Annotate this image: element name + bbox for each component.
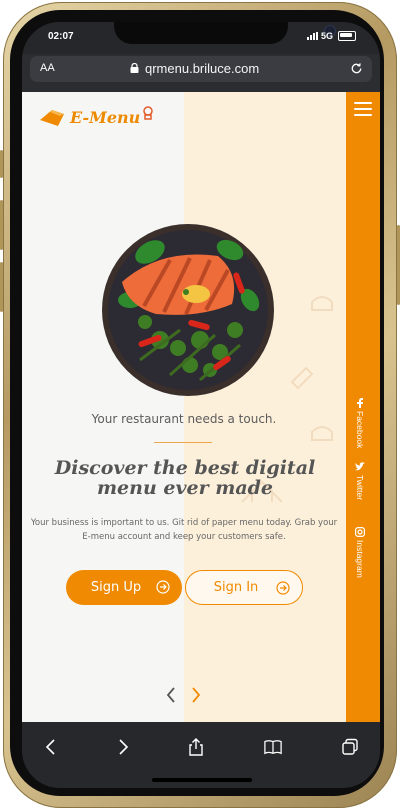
- twitter-label: Twitter: [355, 475, 365, 501]
- sign-in-label: Sign In: [213, 580, 259, 595]
- food-plate-image: [102, 224, 274, 396]
- chef-hat-icon: [143, 106, 154, 120]
- web-content: E-Menu Your restaurant needs a touch. Di…: [22, 92, 380, 722]
- reload-icon[interactable]: [349, 61, 364, 76]
- facebook-icon: [357, 398, 363, 408]
- slider-next-icon[interactable]: [189, 686, 203, 704]
- arrow-right-circle-icon: [156, 580, 170, 594]
- twitter-icon: [355, 462, 365, 471]
- twitter-link[interactable]: Twitter: [355, 462, 365, 500]
- signal-icon: [306, 32, 318, 40]
- url-text[interactable]: qrmenu.briluce.com: [145, 61, 259, 76]
- instagram-icon: [355, 527, 365, 537]
- arrow-right-circle-icon: [276, 581, 290, 595]
- network-label: 5G: [320, 31, 333, 41]
- status-bar: 02:07 5G: [22, 22, 380, 54]
- slider-prev-icon[interactable]: [164, 686, 178, 704]
- phone-screen: 02:07 5G AA qrmenu.briluce.com E-Menu Yo…: [22, 22, 380, 788]
- divider: [154, 442, 212, 443]
- sign-up-label: Sign Up: [90, 580, 142, 595]
- instagram-label: Instagram: [355, 540, 365, 578]
- logo-text: E-Menu: [70, 107, 141, 127]
- forward-icon[interactable]: [114, 738, 132, 756]
- notch: [114, 22, 336, 44]
- hero-description: Your business is important to us. Git ri…: [30, 518, 338, 542]
- tagline: Your restaurant needs a touch.: [91, 412, 277, 426]
- facebook-link[interactable]: Facebook: [355, 398, 365, 448]
- status-indicators: 5G: [306, 31, 356, 41]
- address-bar[interactable]: AA qrmenu.briluce.com: [30, 56, 372, 82]
- facebook-label: Facebook: [355, 411, 365, 449]
- phone-side-button: [0, 200, 3, 250]
- text-size-button[interactable]: AA: [40, 62, 55, 74]
- orange-sidebar: Facebook Twitter Instagram: [346, 92, 380, 722]
- lock-icon: [130, 63, 139, 73]
- sign-in-button[interactable]: Sign In: [185, 570, 303, 605]
- back-icon[interactable]: [42, 738, 60, 756]
- home-indicator: [152, 778, 252, 782]
- hero-headline: Discover the best digital menu ever made: [54, 457, 316, 499]
- battery-icon: [338, 31, 356, 41]
- phone-side-button: [0, 262, 3, 312]
- share-icon[interactable]: [187, 738, 205, 756]
- tabs-icon[interactable]: [341, 738, 359, 756]
- bookmarks-icon[interactable]: [264, 738, 282, 756]
- menu-logo-icon: [40, 110, 64, 126]
- instagram-link[interactable]: Instagram: [355, 527, 365, 578]
- menu-icon[interactable]: [354, 102, 372, 118]
- phone-side-button: [0, 150, 3, 178]
- site-logo[interactable]: E-Menu: [38, 106, 155, 128]
- status-time: 02:07: [48, 31, 74, 42]
- sign-up-button[interactable]: Sign Up: [66, 570, 182, 605]
